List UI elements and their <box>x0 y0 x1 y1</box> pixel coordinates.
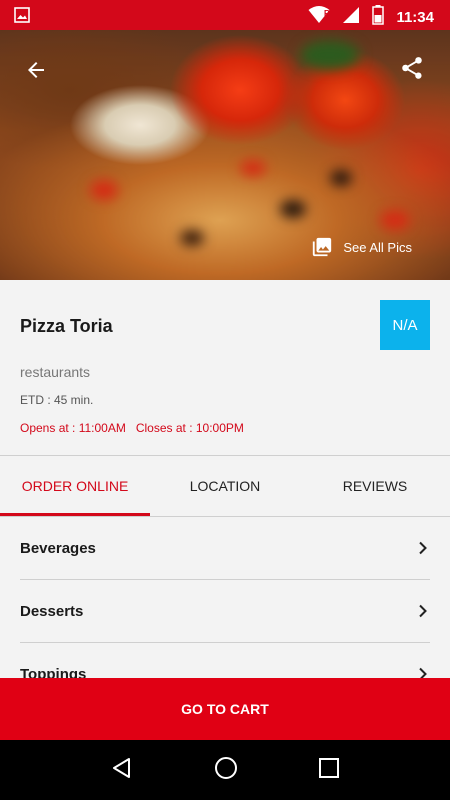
image-icon <box>14 7 30 28</box>
restaurant-category: restaurants <box>20 364 91 380</box>
back-button[interactable] <box>18 52 54 88</box>
photo-library-icon <box>313 237 332 257</box>
system-navigation-bar <box>0 740 450 800</box>
tab-location[interactable]: LOCATION <box>150 456 300 516</box>
opening-hours: Opens at : 11:00AM Closes at : 10:00PM <box>20 421 244 435</box>
see-all-pics-button[interactable]: See All Pics <box>311 236 412 258</box>
menu-item-desserts[interactable]: Desserts <box>20 580 430 643</box>
arrow-back-icon <box>28 62 44 78</box>
menu-item-label: Beverages <box>20 539 96 557</box>
menu-category-list: Beverages Desserts Toppings <box>0 517 450 678</box>
opens-at: Opens at : 11:00AM <box>20 421 126 435</box>
nav-home-button[interactable] <box>213 755 239 786</box>
status-bar: R 11:34 <box>0 0 450 30</box>
signal-icon <box>342 6 360 29</box>
closes-at: Closes at : 10:00PM <box>135 421 244 435</box>
menu-item-label: Toppings <box>20 665 87 679</box>
share-icon <box>402 57 422 79</box>
menu-item-beverages[interactable]: Beverages <box>20 517 430 580</box>
tab-bar: ORDER ONLINE LOCATION REVIEWS <box>0 456 450 516</box>
estimated-delivery-time: ETD : 45 min. <box>20 393 94 407</box>
circle-home-icon <box>214 756 237 779</box>
wifi-icon: R <box>308 6 330 29</box>
menu-item-label: Desserts <box>20 602 84 620</box>
nav-recents-button[interactable] <box>318 757 340 784</box>
hero-image[interactable]: See All Pics <box>0 30 450 280</box>
svg-text:R: R <box>324 9 330 18</box>
tab-order-online[interactable]: ORDER ONLINE <box>0 456 150 516</box>
square-recents-icon <box>319 757 340 778</box>
battery-icon <box>372 5 385 30</box>
go-to-cart-button[interactable]: GO TO CART <box>0 678 450 740</box>
rating-badge: N/A <box>380 300 430 350</box>
see-all-pics-label: See All Pics <box>343 239 412 255</box>
chevron-right-icon <box>419 667 427 678</box>
menu-item-toppings[interactable]: Toppings <box>20 643 430 678</box>
triangle-back-icon <box>112 757 130 778</box>
chevron-right-icon <box>419 604 427 618</box>
chevron-right-icon <box>419 541 427 555</box>
nav-back-button[interactable] <box>110 756 134 785</box>
share-button[interactable] <box>396 52 428 84</box>
restaurant-info: Pizza Toria N/A restaurants ETD : 45 min… <box>0 280 450 455</box>
tab-reviews[interactable]: REVIEWS <box>300 456 450 516</box>
restaurant-name: Pizza Toria <box>20 316 113 336</box>
clock: 11:34 <box>396 9 434 26</box>
